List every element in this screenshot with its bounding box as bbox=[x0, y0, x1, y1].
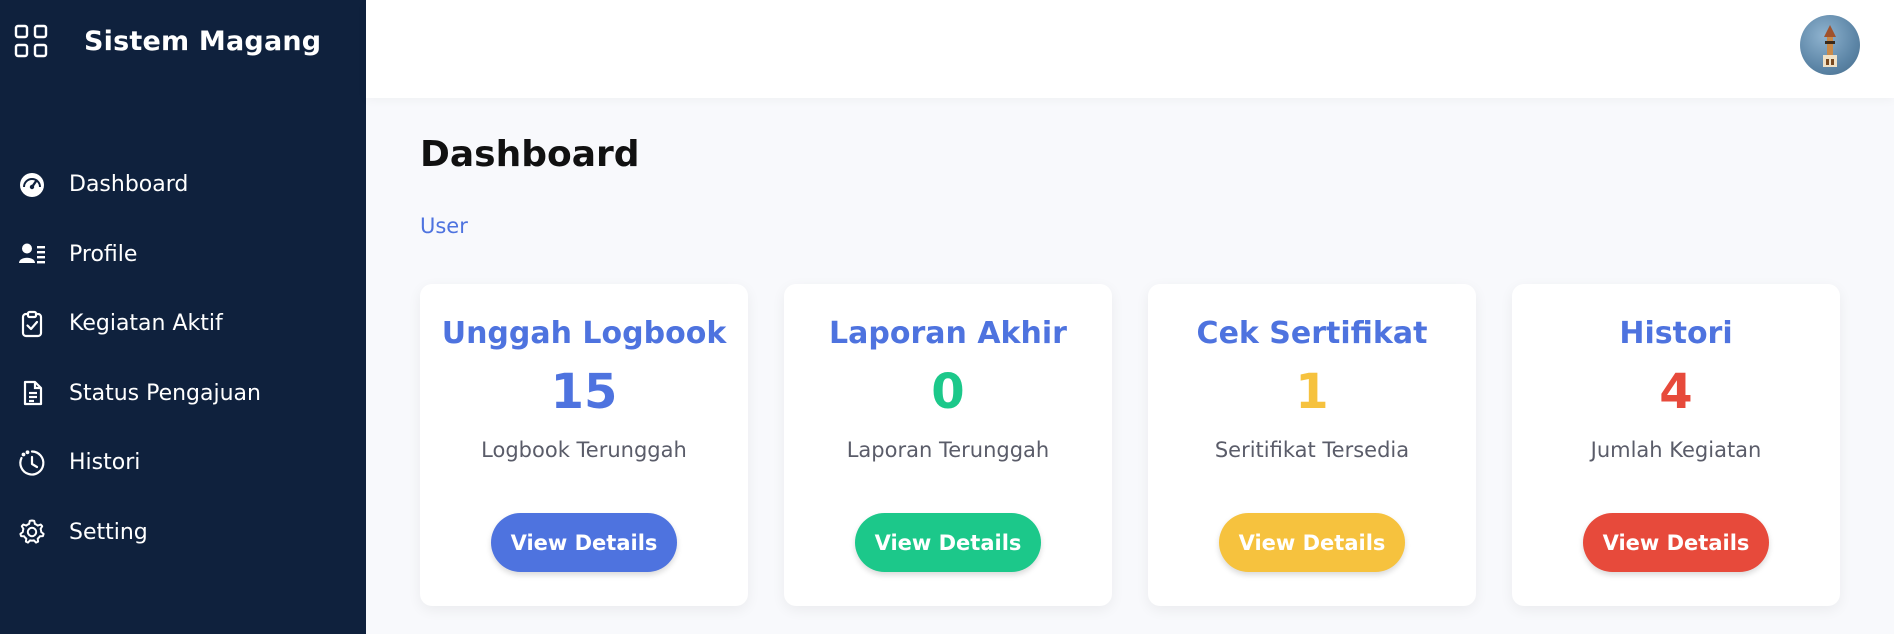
brand[interactable]: Sistem Magang bbox=[14, 24, 321, 58]
card-value: 15 bbox=[550, 364, 618, 420]
sidebar-item-label: Dashboard bbox=[69, 172, 189, 198]
grid-icon bbox=[14, 24, 48, 58]
gear-icon bbox=[17, 517, 47, 547]
document-icon bbox=[17, 378, 47, 408]
card-title: Histori bbox=[1619, 316, 1733, 351]
card-value: 4 bbox=[1659, 364, 1693, 420]
card-caption: Seritifikat Tersedia bbox=[1214, 438, 1410, 462]
card-value: 0 bbox=[931, 364, 965, 420]
card-title: Laporan Akhir bbox=[829, 316, 1067, 351]
breadcrumb[interactable]: User bbox=[420, 214, 468, 238]
speedometer-icon bbox=[17, 170, 47, 200]
page-title: Dashboard bbox=[420, 134, 640, 175]
view-details-button[interactable]: View Details bbox=[1219, 513, 1405, 572]
card-caption: Logbook Terunggah bbox=[481, 438, 687, 462]
sidebar-item-histori[interactable]: Histori bbox=[0, 428, 366, 498]
card-caption: Jumlah Kegiatan bbox=[1590, 438, 1762, 462]
sidebar-item-dashboard[interactable]: Dashboard bbox=[0, 150, 366, 220]
sidebar: Sistem Magang Dashboard Profile Kegiatan… bbox=[0, 0, 366, 634]
clock-icon bbox=[17, 448, 47, 478]
card-title: Unggah Logbook bbox=[441, 316, 727, 351]
card-caption: Laporan Terunggah bbox=[846, 438, 1050, 462]
user-card-icon bbox=[17, 239, 47, 269]
sidebar-item-profile[interactable]: Profile bbox=[0, 220, 366, 290]
sidebar-item-label: Profile bbox=[69, 241, 138, 267]
view-details-button[interactable]: View Details bbox=[491, 513, 677, 572]
sidebar-item-setting[interactable]: Setting bbox=[0, 498, 366, 568]
clipboard-check-icon bbox=[17, 309, 47, 339]
sidebar-item-status-pengajuan[interactable]: Status Pengajuan bbox=[0, 359, 366, 429]
sidebar-item-kegiatan-aktif[interactable]: Kegiatan Aktif bbox=[0, 289, 366, 359]
card-histori: Histori 4 Jumlah Kegiatan View Details bbox=[1512, 284, 1840, 606]
sidebar-item-label: Setting bbox=[69, 519, 148, 545]
view-details-button[interactable]: View Details bbox=[855, 513, 1041, 572]
card-title: Cek Sertifikat bbox=[1196, 316, 1428, 351]
sidebar-item-label: Histori bbox=[69, 450, 141, 476]
sidebar-item-label: Status Pengajuan bbox=[69, 380, 261, 406]
card-cek-sertifikat: Cek Sertifikat 1 Seritifikat Tersedia Vi… bbox=[1148, 284, 1476, 606]
card-laporan-akhir: Laporan Akhir 0 Laporan Terunggah View D… bbox=[784, 284, 1112, 606]
app-title: Sistem Magang bbox=[84, 25, 322, 57]
sidebar-item-label: Kegiatan Aktif bbox=[69, 311, 223, 337]
user-avatar[interactable] bbox=[1800, 15, 1860, 75]
stat-cards: Unggah Logbook 15 Logbook Terunggah View… bbox=[420, 284, 1840, 606]
card-value: 1 bbox=[1295, 364, 1329, 420]
view-details-button[interactable]: View Details bbox=[1583, 513, 1769, 572]
sidebar-menu: Dashboard Profile Kegiatan Aktif Status … bbox=[0, 150, 366, 567]
card-unggah-logbook: Unggah Logbook 15 Logbook Terunggah View… bbox=[420, 284, 748, 606]
topbar bbox=[366, 0, 1894, 98]
